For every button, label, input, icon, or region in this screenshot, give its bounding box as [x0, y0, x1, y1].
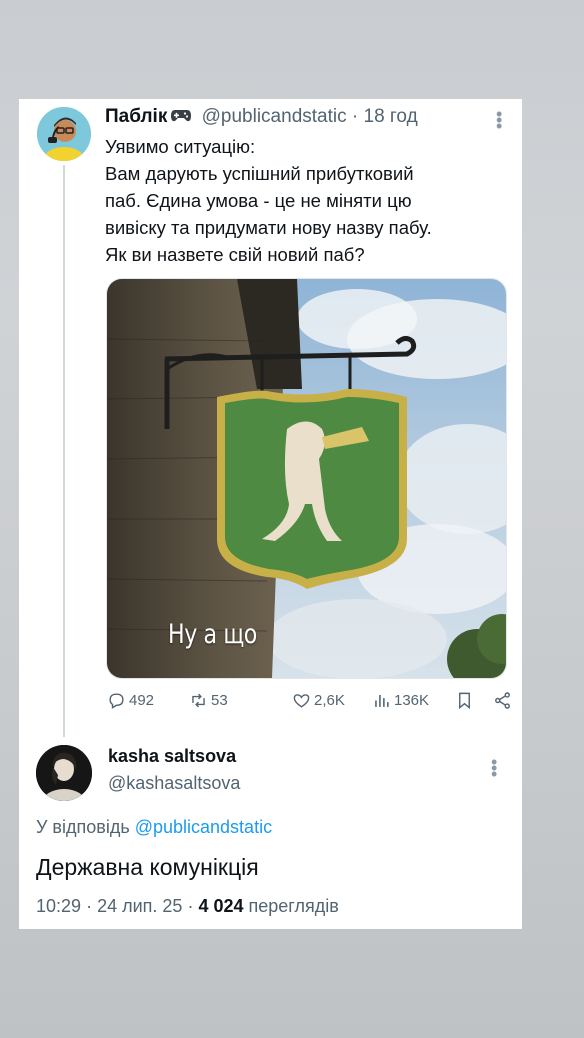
reply-views-label: переглядів: [248, 896, 339, 916]
tweet-card: Паблік @publicandstatic · 18 год • • • Уяв…: [19, 99, 522, 929]
gamepad-icon: [170, 107, 192, 122]
tweet-text-line: Вам дарують успішний прибутковий: [105, 163, 414, 184]
tweet-text-line: Як ви назвете свій новий паб?: [105, 244, 365, 265]
views-count: 136K: [394, 692, 430, 709]
pub-sign-picture: [107, 279, 506, 678]
reply-icon: [109, 693, 124, 709]
bookmark-icon: [459, 692, 470, 710]
thread-line: [63, 165, 65, 737]
repost-button[interactable]: 53: [189, 691, 228, 710]
meta-separator: ·: [187, 896, 194, 916]
reply-to-link[interactable]: @publicandstatic: [135, 817, 272, 837]
views-icon: [375, 694, 389, 707]
tweet-text: Уявимо ситуацію: Вам дарують успішний пр…: [105, 133, 505, 268]
reply-to-line: У відповідь @publicandstatic: [36, 817, 272, 838]
tweet-text-line: паб. Єдина умова - це не міняти цю: [105, 190, 412, 211]
reply-author-avatar[interactable]: [36, 745, 92, 801]
like-button[interactable]: 2,6K: [292, 691, 345, 710]
tweet-text-line: вивіску та придумати нову назву пабу.: [105, 217, 432, 238]
views-button[interactable]: 136K: [372, 691, 429, 710]
header-separator: ·: [351, 106, 359, 127]
author-handle[interactable]: @publicandstatic: [202, 106, 347, 127]
reply-author-handle[interactable]: @kashasaltsova: [108, 773, 240, 794]
tweet-actions: 492 53 2,6K 136K: [107, 691, 510, 715]
reply-to-prefix: У відповідь: [36, 817, 130, 837]
author-name[interactable]: Паблік: [105, 106, 167, 127]
reply-views-count: 4 024: [198, 896, 244, 916]
like-count: 2,6K: [314, 692, 345, 709]
more-options-icon[interactable]: • • •: [491, 753, 497, 783]
share-button[interactable]: [493, 691, 515, 710]
reply-author-name[interactable]: kasha saltsova: [108, 746, 236, 767]
author-avatar[interactable]: [37, 107, 91, 161]
meta-separator: ·: [86, 896, 93, 916]
heart-icon: [293, 694, 310, 708]
media-caption: Ну а що: [168, 619, 257, 650]
reply-time[interactable]: 10:29: [36, 896, 81, 916]
tweet-media-image[interactable]: Ну а що: [106, 278, 507, 679]
repost-count: 53: [211, 692, 228, 709]
reply-count: 492: [129, 692, 155, 709]
tweet-header: Паблік @publicandstatic · 18 год: [105, 106, 418, 128]
tweet-text-line: Уявимо ситуацію:: [105, 136, 256, 157]
repost-icon: [192, 693, 205, 708]
share-icon: [495, 692, 510, 709]
reply-button[interactable]: 492: [107, 691, 154, 710]
reply-date[interactable]: 24 лип. 25: [97, 896, 182, 916]
reply-text: Державна комунікція: [36, 854, 259, 880]
reply-meta: 10:29 · 24 лип. 25 · 4 024 переглядів: [36, 896, 339, 917]
bookmark-button[interactable]: [455, 691, 477, 710]
tweet-time[interactable]: 18 год: [364, 106, 418, 127]
more-options-icon[interactable]: • • •: [496, 105, 502, 135]
